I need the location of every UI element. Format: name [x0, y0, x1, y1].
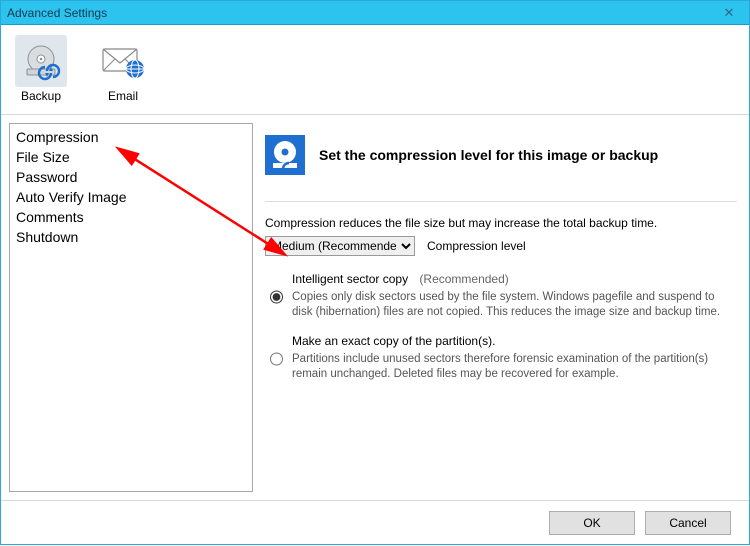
radio-intelligent-sector-copy[interactable]: Intelligent sector copy (Recommended) Co…	[265, 272, 737, 320]
radio-exact-label: Make an exact copy of the partition(s).	[292, 334, 495, 348]
content-area: Compression File Size Password Auto Veri…	[1, 115, 749, 500]
radio-exact-description: Partitions include unused sectors theref…	[292, 352, 722, 382]
window-title: Advanced Settings	[7, 6, 107, 20]
sidebar-item-compression[interactable]: Compression	[10, 127, 252, 147]
radio-intelligent-input[interactable]	[270, 274, 283, 320]
compression-level-select[interactable]: Medium (Recommended)	[265, 236, 415, 256]
sidebar-item-password[interactable]: Password	[10, 167, 252, 187]
sidebar: Compression File Size Password Auto Veri…	[9, 123, 253, 492]
backup-disk-small-icon	[265, 135, 305, 175]
toolbar-label-email: Email	[108, 89, 138, 103]
main-panel: Set the compression level for this image…	[265, 123, 741, 492]
panel-heading: Set the compression level for this image…	[319, 147, 658, 163]
toolbar-label-backup: Backup	[21, 89, 61, 103]
sidebar-item-file-size[interactable]: File Size	[10, 147, 252, 167]
toolbar: Backup Email	[1, 25, 749, 115]
toolbar-tab-email[interactable]: Email	[93, 31, 153, 103]
compression-level-label: Compression level	[427, 239, 526, 253]
footer: OK Cancel	[1, 500, 749, 544]
sidebar-item-comments[interactable]: Comments	[10, 207, 252, 227]
backup-disk-icon	[21, 41, 61, 81]
radio-exact-copy[interactable]: Make an exact copy of the partition(s). …	[265, 334, 737, 382]
sidebar-item-shutdown[interactable]: Shutdown	[10, 227, 252, 247]
toolbar-tab-backup[interactable]: Backup	[11, 31, 71, 103]
radio-intelligent-description: Copies only disk sectors used by the fil…	[292, 290, 722, 320]
close-button[interactable]: ✕	[709, 1, 749, 25]
sidebar-item-auto-verify[interactable]: Auto Verify Image	[10, 187, 252, 207]
separator	[265, 201, 737, 202]
radio-intelligent-label: Intelligent sector copy	[292, 272, 408, 286]
close-icon: ✕	[724, 5, 735, 21]
email-globe-icon	[101, 41, 145, 81]
cancel-button[interactable]: Cancel	[645, 511, 731, 535]
radio-intelligent-recommended: (Recommended)	[419, 272, 508, 286]
advanced-settings-window: Advanced Settings ✕ Bac	[0, 0, 750, 545]
panel-description: Compression reduces the file size but ma…	[265, 216, 737, 230]
radio-exact-input[interactable]	[270, 336, 283, 382]
ok-button[interactable]: OK	[549, 511, 635, 535]
titlebar: Advanced Settings ✕	[1, 1, 749, 25]
